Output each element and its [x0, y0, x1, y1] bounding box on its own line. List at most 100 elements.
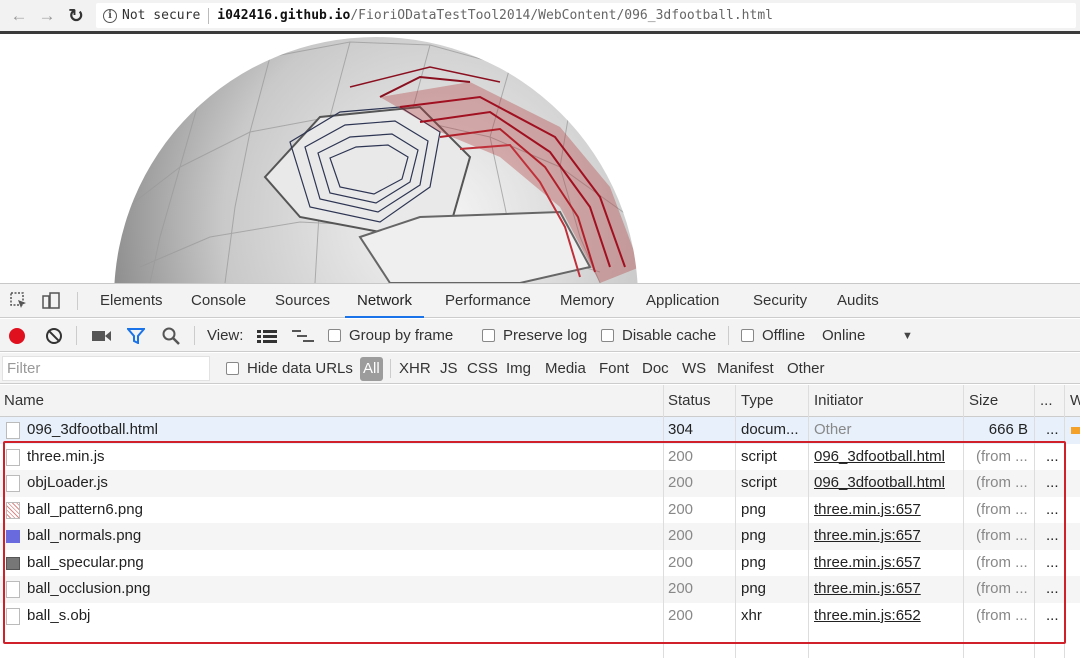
offline-checkbox[interactable]: Offline [741, 319, 805, 352]
filter-type-other[interactable]: Other [787, 353, 825, 384]
tab-elements[interactable]: Elements [100, 284, 163, 318]
column-divider[interactable] [808, 385, 809, 658]
inspect-element-icon[interactable] [10, 292, 28, 310]
column-divider[interactable] [963, 385, 964, 658]
tab-sources[interactable]: Sources [275, 284, 330, 318]
group-by-frame-label: Group by frame [349, 327, 454, 344]
checkbox-box[interactable] [482, 329, 495, 342]
request-name[interactable]: ball_specular.png [27, 550, 144, 577]
security-label[interactable]: Not secure [122, 8, 200, 23]
disable-cache-checkbox[interactable]: Disable cache [601, 319, 716, 352]
filter-type-manifest[interactable]: Manifest [717, 353, 774, 384]
tab-application[interactable]: Application [646, 284, 719, 318]
request-name[interactable]: ball_normals.png [27, 523, 141, 550]
filter-type-js[interactable]: JS [440, 353, 458, 384]
column-divider[interactable] [735, 385, 736, 658]
tab-network[interactable]: Network [345, 284, 425, 318]
tab-security[interactable]: Security [753, 284, 807, 318]
table-row[interactable]: 096_3dfootball.html 304 docum... Other 6… [0, 417, 1080, 444]
request-status: 304 [668, 421, 694, 438]
reload-icon[interactable]: ↻ [65, 5, 87, 27]
column-header-waterfall[interactable]: W [1070, 385, 1080, 417]
request-name[interactable]: ball_s.obj [27, 603, 90, 630]
filter-input[interactable]: Filter [2, 356, 210, 381]
record-icon[interactable] [9, 327, 25, 344]
checkbox-box[interactable] [741, 329, 754, 342]
table-row[interactable]: ball_pattern6.png 200 png three.min.js:6… [0, 497, 1080, 524]
column-header-status[interactable]: Status [668, 385, 711, 417]
filter-icon[interactable] [127, 327, 145, 344]
tab-audits[interactable]: Audits [837, 284, 879, 318]
table-row[interactable]: three.min.js 200 script 096_3dfootball.h… [0, 444, 1080, 471]
filter-type-ws[interactable]: WS [682, 353, 706, 384]
table-row[interactable]: ball_normals.png 200 png three.min.js:65… [0, 523, 1080, 550]
throttling-value: Online [822, 327, 866, 344]
column-divider[interactable] [1034, 385, 1035, 658]
overview-icon[interactable] [292, 329, 314, 343]
request-name[interactable]: 096_3dfootball.html [27, 417, 158, 444]
group-by-frame-checkbox[interactable]: Group by frame [328, 319, 453, 352]
capture-screenshots-icon[interactable] [92, 329, 112, 343]
webgl-canvas[interactable] [0, 37, 1080, 283]
tab-memory[interactable]: Memory [560, 284, 614, 318]
device-toolbar-icon[interactable] [42, 292, 60, 310]
table-row[interactable]: ball_specular.png 200 png three.min.js:6… [0, 550, 1080, 577]
tab-console[interactable]: Console [191, 284, 246, 318]
toolbar-divider [728, 326, 729, 345]
filter-type-doc[interactable]: Doc [642, 353, 669, 384]
request-more: ... [1046, 500, 1059, 518]
request-initiator-link[interactable]: three.min.js:652 [814, 603, 921, 630]
column-header-name[interactable]: Name [4, 385, 44, 417]
request-name[interactable]: ball_occlusion.png [27, 576, 150, 603]
request-initiator-link[interactable]: three.min.js:657 [814, 523, 921, 550]
filter-type-font[interactable]: Font [599, 353, 629, 384]
tab-bar-divider [77, 292, 78, 310]
waterfall-bar [1071, 427, 1080, 434]
info-icon[interactable]: i [103, 8, 117, 23]
filter-type-css[interactable]: CSS [467, 353, 498, 384]
hide-data-urls-checkbox[interactable]: Hide data URLs [226, 353, 353, 384]
column-header-type[interactable]: Type [741, 385, 774, 417]
search-icon[interactable] [162, 327, 180, 345]
column-header-size[interactable]: Size [969, 385, 998, 417]
address-bar[interactable]: i Not secure i042416.github.io/FioriODat… [96, 3, 1076, 28]
large-rows-icon[interactable] [257, 329, 277, 343]
filter-type-img[interactable]: Img [506, 353, 531, 384]
forward-arrow-icon[interactable]: → [36, 5, 58, 27]
request-initiator-link[interactable]: three.min.js:657 [814, 550, 921, 577]
url-path[interactable]: /FioriODataTestTool2014/WebContent/096_3… [350, 8, 773, 23]
table-row[interactable]: ball_s.obj 200 xhr three.min.js:652 (fro… [0, 603, 1080, 630]
url-host[interactable]: i042416.github.io [217, 8, 350, 23]
dropdown-caret-icon[interactable]: ▼ [902, 330, 913, 342]
back-arrow-icon[interactable]: ← [8, 5, 30, 27]
column-divider[interactable] [663, 385, 664, 658]
filter-type-xhr[interactable]: XHR [399, 353, 431, 384]
toolbar-divider [194, 326, 195, 345]
request-size: (from ... [976, 553, 1028, 571]
checkbox-box[interactable] [226, 362, 239, 375]
request-initiator-link[interactable]: three.min.js:657 [814, 497, 921, 524]
table-row[interactable]: ball_occlusion.png 200 png three.min.js:… [0, 576, 1080, 603]
checkbox-box[interactable] [601, 329, 614, 342]
request-name[interactable]: three.min.js [27, 444, 105, 471]
request-initiator-link[interactable]: three.min.js:657 [814, 576, 921, 603]
checkbox-box[interactable] [328, 329, 341, 342]
tab-performance[interactable]: Performance [445, 284, 531, 318]
disable-cache-label: Disable cache [622, 327, 717, 344]
request-name[interactable]: ball_pattern6.png [27, 497, 143, 524]
table-row[interactable]: objLoader.js 200 script 096_3dfootball.h… [0, 470, 1080, 497]
clear-icon[interactable] [46, 327, 62, 344]
request-more: ... [1046, 606, 1059, 624]
filter-type-media[interactable]: Media [545, 353, 586, 384]
request-more: ... [1046, 553, 1059, 571]
column-header-more[interactable]: ... [1040, 385, 1053, 417]
filter-type-all[interactable]: All [360, 357, 383, 381]
preserve-log-checkbox[interactable]: Preserve log [482, 319, 587, 352]
request-initiator-link[interactable]: 096_3dfootball.html [814, 470, 945, 497]
request-initiator-link[interactable]: 096_3dfootball.html [814, 444, 945, 471]
throttling-select[interactable]: Online [822, 319, 865, 352]
omnibox-divider [208, 7, 210, 24]
column-divider[interactable] [1064, 385, 1065, 658]
request-name[interactable]: objLoader.js [27, 470, 108, 497]
column-header-initiator[interactable]: Initiator [814, 385, 863, 417]
